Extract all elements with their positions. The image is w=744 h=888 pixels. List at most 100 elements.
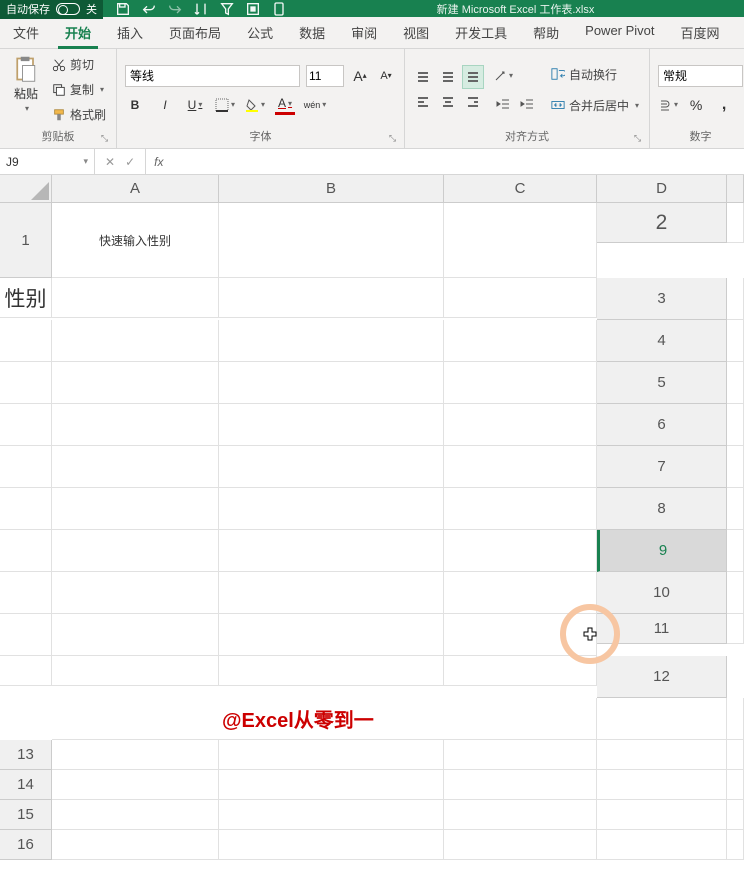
row-header-11[interactable]: 11: [597, 614, 727, 644]
accounting-format-button[interactable]: [658, 95, 678, 115]
enter-formula-icon[interactable]: ✓: [125, 155, 135, 169]
cell-d1[interactable]: [219, 203, 444, 278]
tab-powerpivot[interactable]: Power Pivot: [572, 17, 667, 48]
font-name-select[interactable]: [125, 65, 300, 87]
decrease-indent-icon[interactable]: [493, 94, 513, 114]
cut-button[interactable]: 剪切: [50, 54, 108, 75]
ribbon-tabs: 文件 开始 插入 页面布局 公式 数据 审阅 视图 开发工具 帮助 Power …: [0, 17, 744, 49]
row-header-9[interactable]: 9: [597, 530, 727, 572]
row-header-13[interactable]: 13: [0, 740, 52, 770]
tab-developer[interactable]: 开发工具: [442, 17, 520, 48]
row-header-3[interactable]: 3: [597, 278, 727, 320]
cell-a1-merged[interactable]: 快速输入性别: [52, 203, 219, 278]
align-left-icon[interactable]: [413, 91, 433, 113]
tab-pagelayout[interactable]: 页面布局: [156, 17, 234, 48]
row-header-14[interactable]: 14: [0, 770, 52, 800]
tab-home[interactable]: 开始: [52, 17, 104, 48]
number-format-select[interactable]: [658, 65, 743, 87]
merge-center-button[interactable]: 合并后居中: [549, 95, 641, 116]
font-launcher-icon[interactable]: ⤡: [389, 133, 396, 144]
tab-baidu[interactable]: 百度网: [668, 17, 733, 48]
wrap-text-button[interactable]: 自动换行: [549, 64, 641, 85]
tab-insert[interactable]: 插入: [104, 17, 156, 48]
underline-button[interactable]: U: [185, 95, 205, 115]
font-group-label: 字体: [250, 131, 272, 143]
touch-icon[interactable]: [271, 1, 287, 17]
name-box[interactable]: J9: [0, 149, 95, 174]
autosave-state: 关: [86, 1, 97, 17]
save-icon[interactable]: [115, 1, 131, 17]
clipboard-launcher-icon[interactable]: ⤡: [101, 133, 108, 144]
autosave-toggle[interactable]: 自动保存 关: [0, 0, 103, 19]
col-header-d[interactable]: D: [597, 175, 727, 203]
select-all-corner[interactable]: [0, 175, 52, 203]
tab-review[interactable]: 审阅: [338, 17, 390, 48]
col-header-edge: [727, 175, 744, 203]
cell-b2[interactable]: 性别: [0, 278, 52, 318]
row-header-10[interactable]: 10: [597, 572, 727, 614]
fill-color-button[interactable]: [245, 95, 265, 115]
align-bottom-icon[interactable]: [463, 66, 483, 88]
col-header-c[interactable]: C: [444, 175, 597, 203]
sort-icon[interactable]: [193, 1, 209, 17]
row-header-4[interactable]: 4: [597, 320, 727, 362]
formula-input[interactable]: [171, 149, 744, 174]
row-header-2[interactable]: 2: [597, 203, 727, 243]
tab-file[interactable]: 文件: [0, 17, 52, 48]
filter-icon[interactable]: [219, 1, 235, 17]
tab-help[interactable]: 帮助: [520, 17, 572, 48]
fx-icon[interactable]: fx: [146, 149, 171, 174]
cell-a2[interactable]: [727, 203, 744, 243]
ribbon: 粘贴 剪切 复制 格式刷 剪贴板⤡ A▴ A▾ B I U: [0, 49, 744, 149]
col-header-b[interactable]: B: [219, 175, 444, 203]
font-color-button[interactable]: A: [275, 95, 295, 115]
increase-indent-icon[interactable]: [517, 94, 537, 114]
cancel-formula-icon[interactable]: ✕: [105, 155, 115, 169]
row-header-1[interactable]: 1: [0, 203, 52, 278]
phonetic-button[interactable]: wén: [305, 95, 325, 115]
group-number: % , 数字: [650, 49, 744, 148]
italic-button[interactable]: I: [155, 95, 175, 115]
undo-icon[interactable]: [141, 1, 157, 17]
cell-c2[interactable]: [52, 278, 219, 318]
align-middle-icon[interactable]: [438, 66, 458, 88]
alignment-launcher-icon[interactable]: ⤡: [634, 133, 641, 144]
paste-label: 粘贴: [14, 85, 38, 102]
tab-data[interactable]: 数据: [286, 17, 338, 48]
cell-d2[interactable]: [219, 278, 444, 318]
comma-button[interactable]: ,: [714, 95, 734, 115]
row-header-5[interactable]: 5: [597, 362, 727, 404]
row-header-7[interactable]: 7: [597, 446, 727, 488]
bold-button[interactable]: B: [125, 95, 145, 115]
border-button[interactable]: [215, 95, 235, 115]
align-top-icon[interactable]: [413, 66, 433, 88]
addin-icon[interactable]: [245, 1, 261, 17]
toggle-off-icon: [56, 3, 80, 15]
redo-icon[interactable]: [167, 1, 183, 17]
worksheet-grid[interactable]: A B C D 1 快速输入性别 2 性别 3 4 5 6 7 8 9 10 1…: [0, 175, 744, 860]
group-clipboard: 粘贴 剪切 复制 格式刷 剪贴板⤡: [0, 49, 117, 148]
row-header-15[interactable]: 15: [0, 800, 52, 830]
number-group-label: 数字: [690, 131, 712, 143]
tab-formulas[interactable]: 公式: [234, 17, 286, 48]
tab-view[interactable]: 视图: [390, 17, 442, 48]
group-font: A▴ A▾ B I U A wén 字体 ⤡: [117, 49, 405, 148]
row-header-8[interactable]: 8: [597, 488, 727, 530]
align-center-icon[interactable]: [438, 91, 458, 113]
watermark-text: @Excel从零到一: [52, 698, 597, 740]
font-size-select[interactable]: [306, 65, 344, 87]
row-header-12[interactable]: 12: [597, 656, 727, 698]
paste-button[interactable]: 粘贴: [8, 53, 44, 126]
format-painter-button[interactable]: 格式刷: [50, 104, 108, 125]
align-right-icon[interactable]: [463, 91, 483, 113]
col-header-a[interactable]: A: [52, 175, 219, 203]
increase-font-icon[interactable]: A▴: [350, 66, 370, 86]
row-header-16[interactable]: 16: [0, 830, 52, 860]
orientation-button[interactable]: [493, 66, 513, 86]
group-alignment: 自动换行 合并后居中 对齐方式 ⤡: [405, 49, 650, 148]
alignment-group-label: 对齐方式: [505, 131, 549, 143]
decrease-font-icon[interactable]: A▾: [376, 66, 396, 86]
copy-button[interactable]: 复制: [50, 79, 108, 100]
row-header-6[interactable]: 6: [597, 404, 727, 446]
percent-button[interactable]: %: [686, 95, 706, 115]
